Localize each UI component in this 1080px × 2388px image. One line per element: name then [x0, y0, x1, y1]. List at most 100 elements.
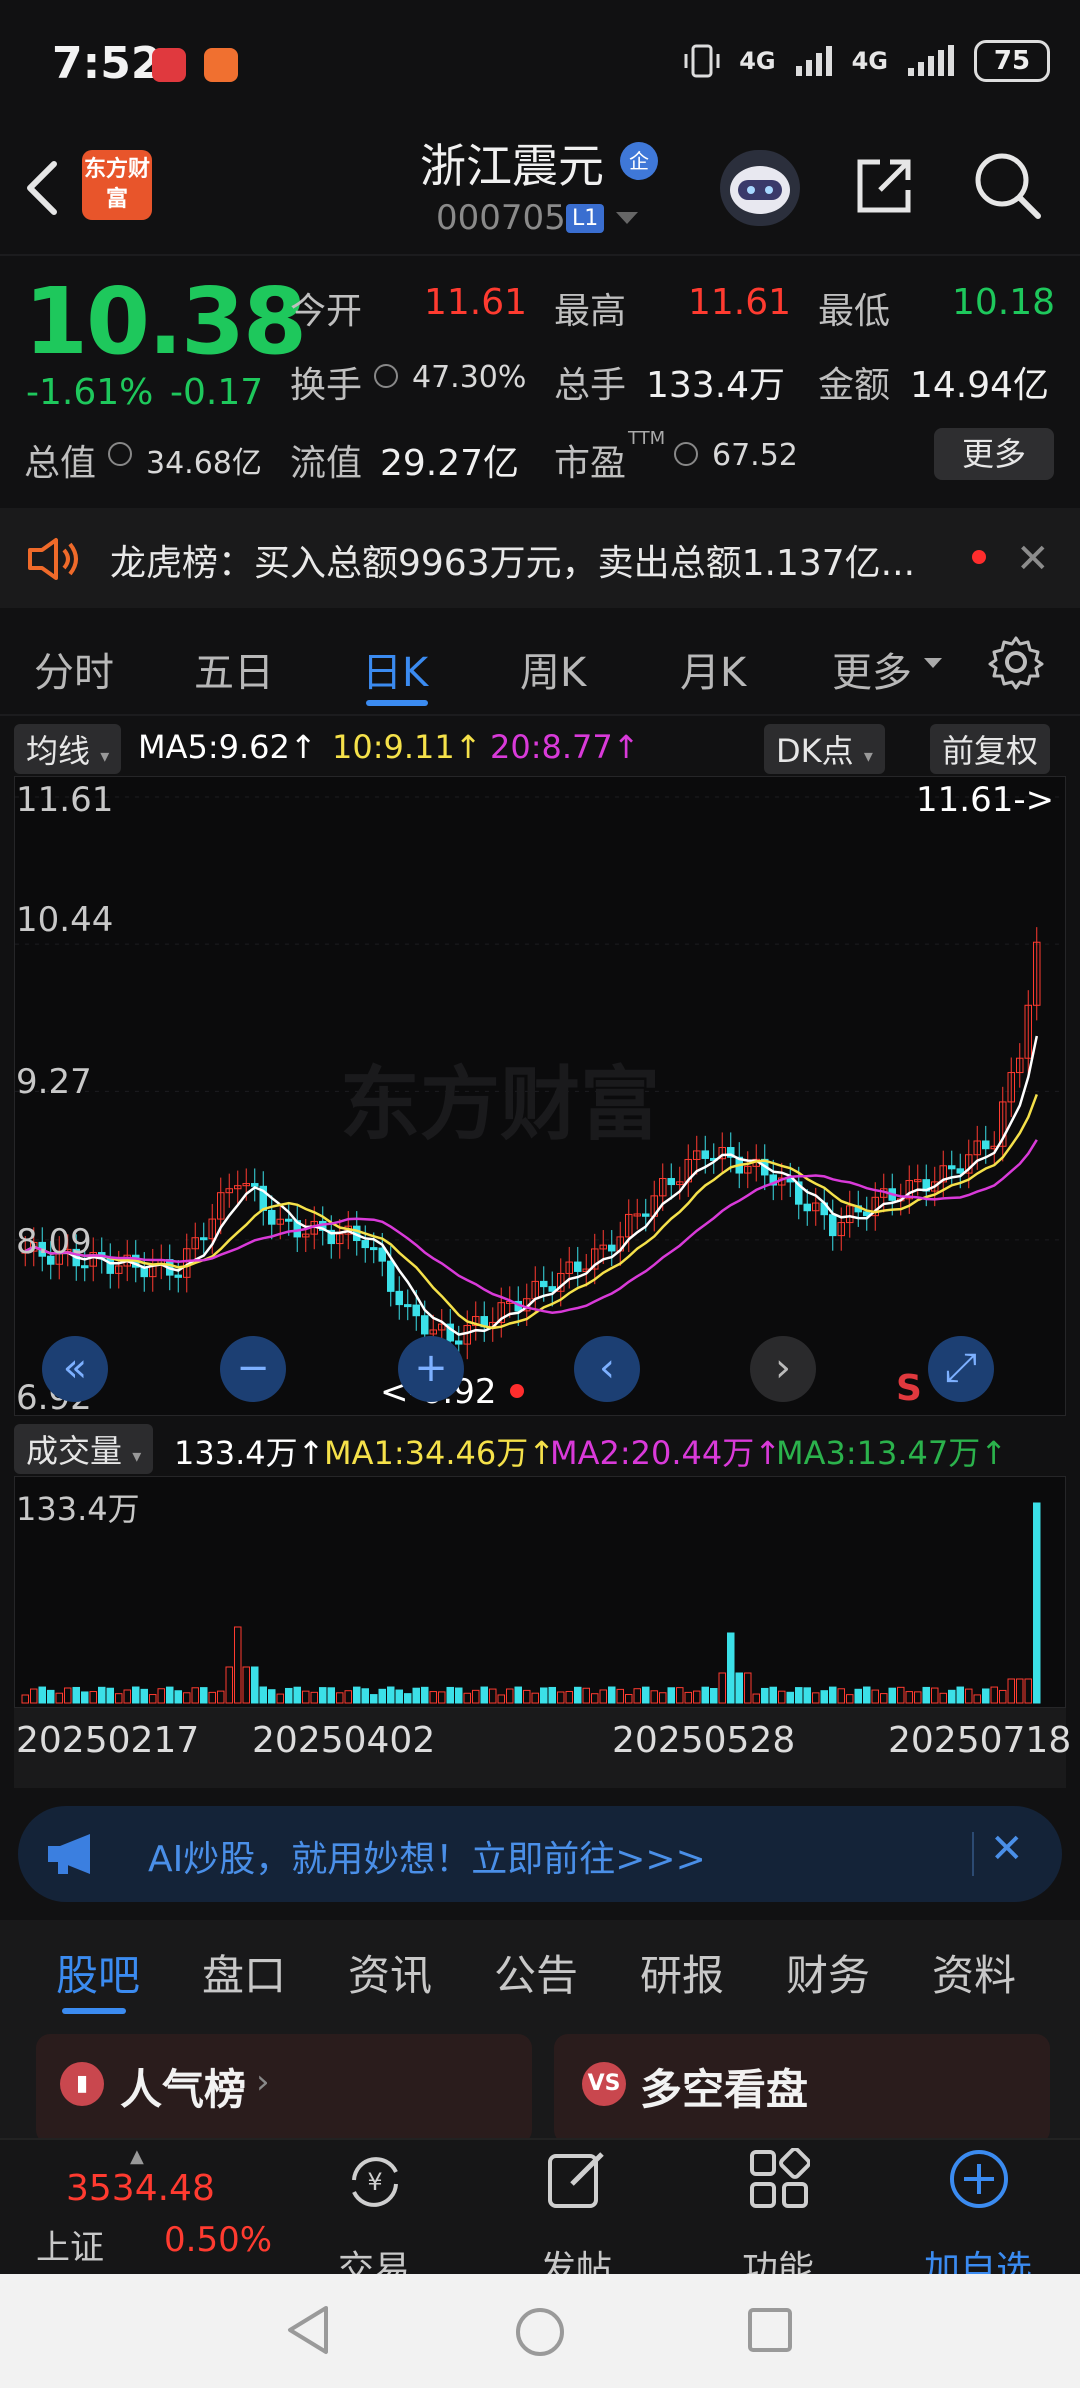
expand-up-icon[interactable]: ▲: [130, 2146, 144, 2167]
add-circle-icon[interactable]: [948, 2148, 1010, 2210]
back-icon[interactable]: [22, 158, 62, 218]
zoom-out-icon[interactable]: −: [220, 1336, 286, 1402]
volume-bar: [718, 1672, 726, 1704]
tab-zhouk[interactable]: 周K: [520, 640, 586, 698]
tab-rik[interactable]: 日K: [362, 640, 428, 698]
scroll-left-icon[interactable]: ‹: [574, 1336, 640, 1402]
info-icon[interactable]: [108, 442, 132, 466]
index-pct[interactable]: 0.50%: [164, 2220, 272, 2260]
tab-pankou[interactable]: 盘口: [202, 1942, 286, 2003]
price-axis-label: 9.27: [16, 1062, 92, 1102]
level-badge[interactable]: L1: [566, 204, 605, 233]
volume-bar: [293, 1686, 301, 1704]
candle-body: [455, 1340, 463, 1345]
tab-zixun[interactable]: 资讯: [348, 1942, 432, 2003]
volume-chart[interactable]: [14, 1476, 1066, 1708]
candle-body: [540, 1280, 548, 1288]
home-circle-icon[interactable]: [514, 2306, 566, 2358]
candle-body: [404, 1304, 412, 1308]
candle-body: [574, 1261, 582, 1272]
candle-body: [200, 1237, 208, 1241]
battery-icon: 75: [974, 40, 1050, 82]
chevron-down-icon[interactable]: [616, 212, 638, 226]
dk-point-button[interactable]: DK点 ▾: [764, 724, 885, 774]
index-value[interactable]: 3534.48: [66, 2168, 215, 2209]
volume-bar: [72, 1686, 80, 1704]
close-icon[interactable]: ✕: [990, 1826, 1024, 1872]
huawei-app-icon: [152, 48, 186, 82]
scroll-left-fast-icon[interactable]: «: [42, 1336, 108, 1402]
sell-signal-marker[interactable]: S: [896, 1368, 922, 1409]
ma5-value: MA5:9.62↑: [138, 728, 317, 766]
volume-bar: [489, 1688, 497, 1704]
signal-icon-2: [908, 45, 954, 76]
volume-bar: [132, 1686, 140, 1704]
tab-guba[interactable]: 股吧: [56, 1942, 140, 2003]
share-icon[interactable]: [852, 154, 916, 218]
active-tab-indicator: [366, 700, 428, 706]
tab-yanbao[interactable]: 研报: [640, 1942, 724, 2003]
ma-chip[interactable]: 均线 ▾: [14, 724, 122, 774]
tab-caiwu[interactable]: 财务: [786, 1942, 870, 2003]
tab-fenshi[interactable]: 分时: [34, 640, 114, 698]
index-name[interactable]: 上证: [36, 2220, 104, 2269]
trade-icon[interactable]: ¥: [342, 2150, 408, 2212]
info-icon[interactable]: [374, 364, 398, 388]
vol-ma2-value: MA2:20.44万↑: [550, 1434, 782, 1472]
tab-yuek[interactable]: 月K: [680, 640, 746, 698]
volume-chip[interactable]: 成交量 ▾: [14, 1424, 154, 1474]
more-button[interactable]: 更多: [934, 428, 1054, 480]
volume-bar: [344, 1690, 352, 1704]
volume-bar: [242, 1666, 250, 1704]
ai-banner-text[interactable]: AI炒股，就用妙想！立即前往>>>: [148, 1830, 706, 1882]
zoom-in-icon[interactable]: +: [398, 1336, 464, 1402]
enterprise-badge: 企: [620, 142, 658, 180]
volume-bar: [174, 1690, 182, 1704]
close-icon[interactable]: ✕: [1016, 536, 1050, 582]
adjust-button[interactable]: 前复权: [930, 724, 1051, 774]
chevron-down-icon[interactable]: [924, 658, 942, 670]
volume-text: 133.4万: [174, 1434, 298, 1472]
search-icon[interactable]: [972, 150, 1042, 220]
tab-gonggao[interactable]: 公告: [494, 1942, 578, 2003]
tab-more[interactable]: 更多: [832, 640, 912, 698]
tab-ziliao[interactable]: 资料: [932, 1942, 1016, 2003]
volume-bar: [990, 1686, 998, 1704]
ma-chip-label: 均线: [26, 732, 91, 770]
high-value: 11.61: [688, 282, 792, 323]
turnover-label: 换手: [290, 365, 363, 406]
speaker-icon: [28, 538, 78, 580]
vol-ma3-text: MA3:13.47万: [776, 1434, 981, 1472]
pe-superscript: TTM: [628, 428, 666, 449]
grid-icon[interactable]: [748, 2148, 810, 2210]
edit-icon[interactable]: [546, 2148, 608, 2210]
volume-bar: [1024, 1678, 1032, 1704]
ai-robot-icon[interactable]: [720, 150, 800, 226]
volume-bar: [472, 1689, 480, 1704]
active-tab-indicator: [62, 2008, 126, 2014]
tab-wuri[interactable]: 五日: [194, 640, 274, 698]
recents-square-icon[interactable]: [746, 2306, 794, 2354]
candle-body: [608, 1244, 616, 1252]
volume-bar: [1033, 1502, 1041, 1704]
volume-bar: [259, 1686, 267, 1704]
long-short-card[interactable]: VS 多空看盘: [554, 2034, 1050, 2144]
volume-bar: [523, 1689, 531, 1704]
volume-bar: [667, 1687, 675, 1704]
volume-bar: [361, 1688, 369, 1704]
fullscreen-icon[interactable]: ⤢: [928, 1336, 994, 1402]
back-triangle-icon[interactable]: [284, 2304, 330, 2356]
info-icon[interactable]: [674, 442, 698, 466]
mktcap-value: 34.68亿: [146, 446, 262, 481]
volume-bar: [897, 1686, 905, 1704]
candle-body: [829, 1214, 837, 1237]
high-label: 最高: [554, 291, 627, 332]
candle-body: [948, 1165, 956, 1170]
volume-bar: [302, 1690, 310, 1704]
popularity-card[interactable]: ▮ 人气榜 ›: [36, 2034, 532, 2144]
dragon-tiger-text[interactable]: 龙虎榜：买入总额9963万元，卖出总额1.137亿...: [110, 534, 915, 586]
current-price: 10.38: [24, 268, 307, 375]
scroll-right-icon[interactable]: ›: [750, 1336, 816, 1402]
gear-icon[interactable]: [988, 634, 1044, 690]
status-icons: 4G 4G 75: [683, 40, 1050, 82]
